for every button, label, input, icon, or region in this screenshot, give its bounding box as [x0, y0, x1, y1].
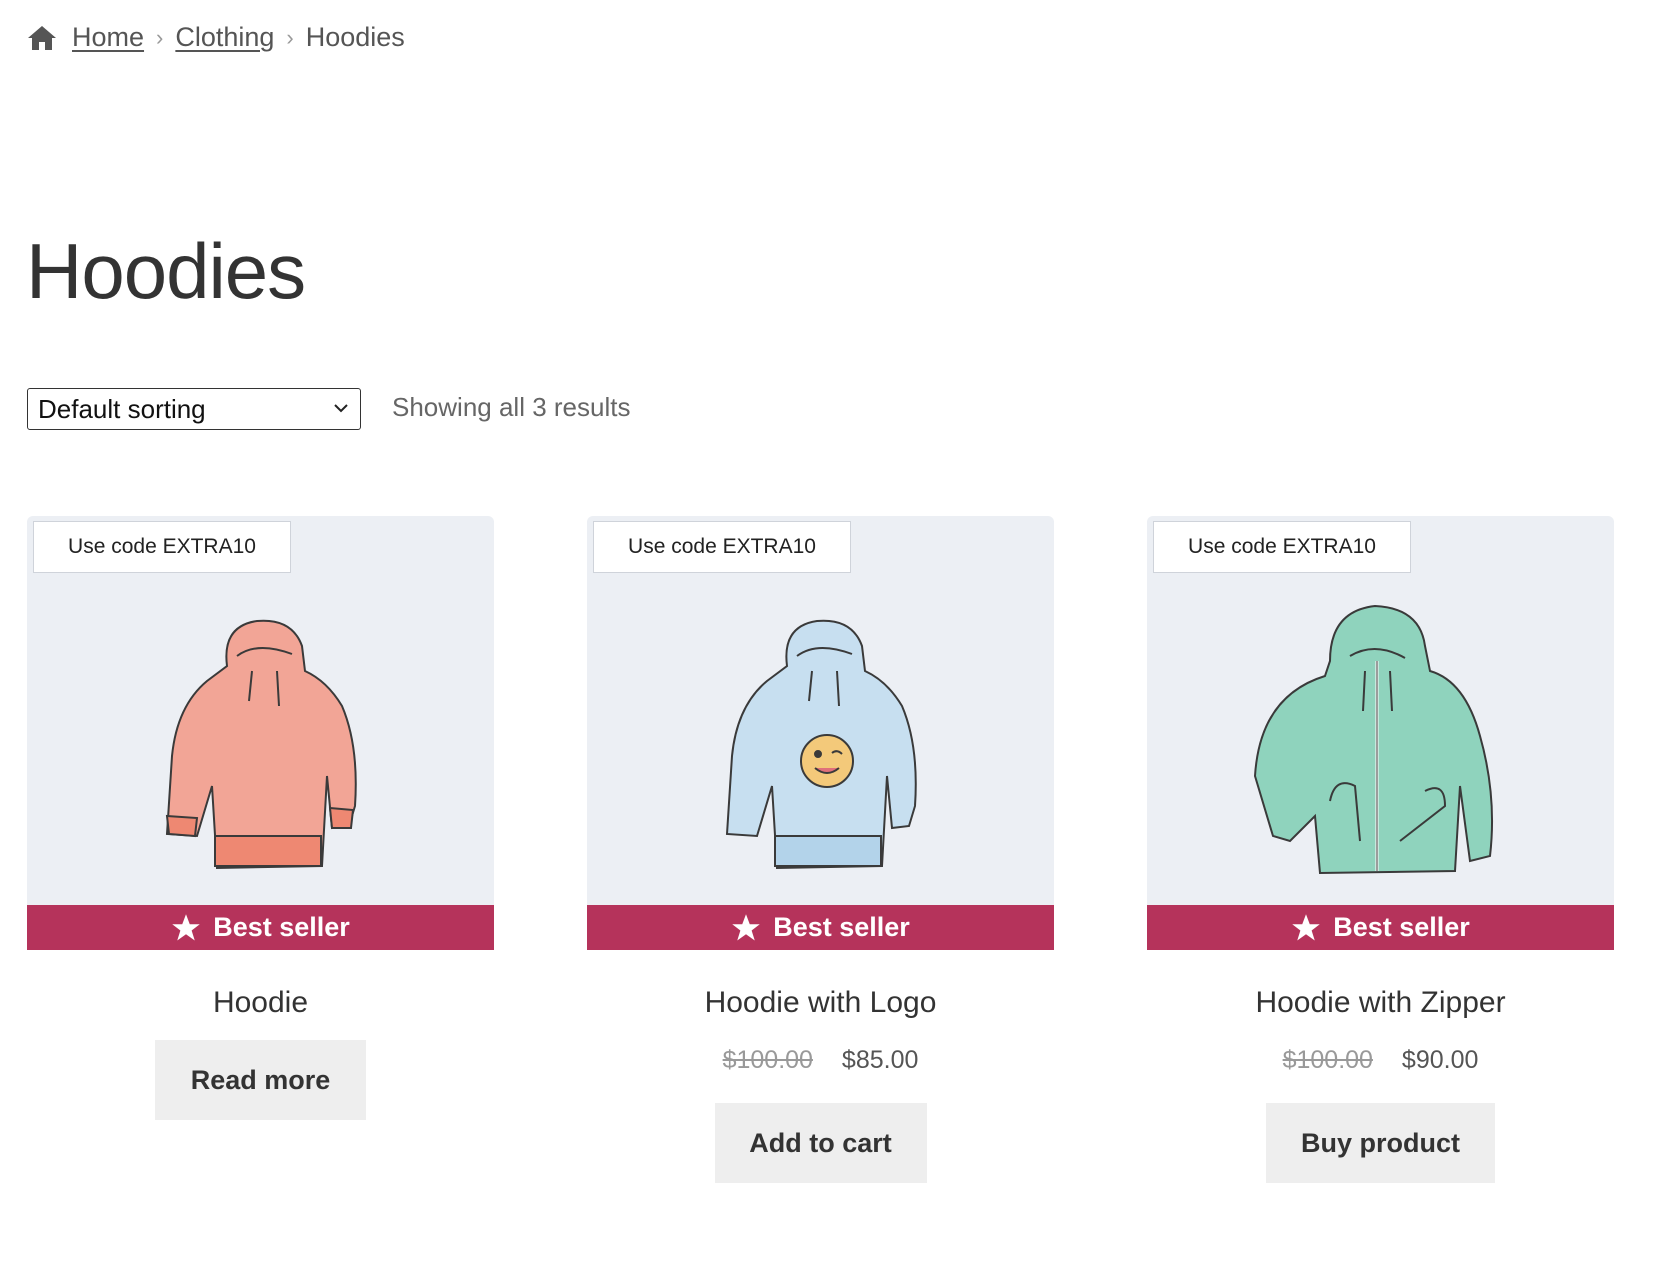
product-card: Use code EXTRA10 Best seller Hoodie with… — [1147, 516, 1614, 1183]
chevron-right-icon: › — [286, 24, 294, 50]
product-image-link[interactable]: Use code EXTRA10 Best seller — [27, 516, 494, 950]
price: $100.00 $85.00 — [587, 1046, 1054, 1075]
hoodie-image — [1253, 604, 1493, 875]
bestseller-banner: Best seller — [587, 905, 1054, 950]
hoodie-image — [165, 619, 357, 870]
sort-select[interactable]: Default sorting — [27, 388, 361, 430]
star-icon — [172, 913, 200, 940]
bestseller-label: Best seller — [213, 912, 350, 942]
bestseller-banner: Best seller — [1147, 905, 1614, 950]
original-price: $100.00 — [1282, 1046, 1373, 1074]
hoodie-image — [725, 619, 917, 870]
star-icon — [1292, 913, 1320, 940]
promo-badge: Use code EXTRA10 — [33, 521, 291, 573]
promo-badge: Use code EXTRA10 — [593, 521, 851, 573]
sale-price: $90.00 — [1401, 1046, 1479, 1074]
chevron-right-icon: › — [156, 24, 164, 50]
product-card: Use code EXTRA10 Best seller Hoodie with… — [587, 516, 1054, 1183]
product-image-link[interactable]: Use code EXTRA10 Best seller — [587, 516, 1054, 950]
breadcrumb-current: Hoodies — [305, 22, 405, 52]
result-count: Showing all 3 results — [392, 392, 631, 422]
home-icon[interactable] — [26, 24, 58, 52]
product-title[interactable]: Hoodie with Logo — [587, 986, 1054, 1020]
product-image-link[interactable]: Use code EXTRA10 Best seller — [1147, 516, 1614, 950]
bestseller-label: Best seller — [773, 912, 910, 942]
breadcrumb-clothing-link[interactable]: Clothing — [175, 22, 274, 53]
buy-product-button[interactable]: Buy product — [1266, 1103, 1495, 1183]
sort-select-value: Default sorting — [38, 393, 206, 424]
chevron-down-icon — [334, 404, 348, 413]
bestseller-label: Best seller — [1333, 912, 1470, 942]
product-title[interactable]: Hoodie — [27, 986, 494, 1020]
sale-price: $85.00 — [841, 1046, 919, 1074]
bestseller-banner: Best seller — [27, 905, 494, 950]
add-to-cart-button[interactable]: Add to cart — [714, 1103, 927, 1183]
original-price: $100.00 — [722, 1046, 813, 1074]
page-title: Hoodies — [26, 227, 306, 315]
breadcrumb-home-link[interactable]: Home — [72, 22, 144, 53]
price: $100.00 $90.00 — [1147, 1046, 1614, 1075]
read-more-button[interactable]: Read more — [155, 1040, 366, 1120]
star-icon — [732, 913, 760, 940]
product-card: Use code EXTRA10 Best seller Hoodie Read… — [27, 516, 494, 1120]
breadcrumb: Home › Clothing › Hoodies — [26, 22, 405, 53]
product-title[interactable]: Hoodie with Zipper — [1147, 986, 1614, 1020]
promo-badge: Use code EXTRA10 — [1153, 521, 1411, 573]
